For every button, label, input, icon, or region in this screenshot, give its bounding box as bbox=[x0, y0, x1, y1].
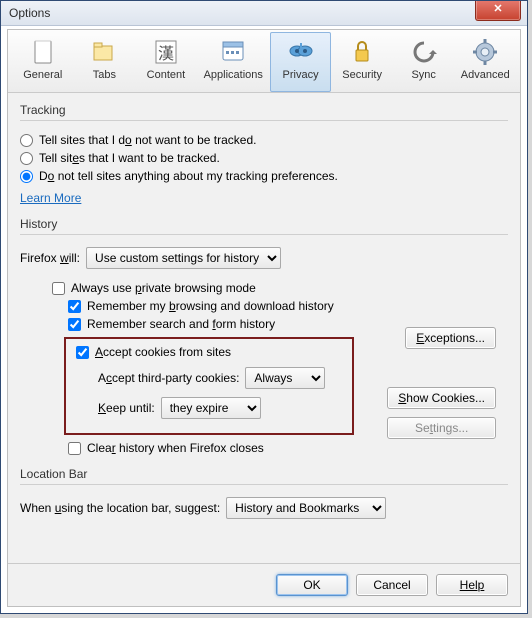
tab-label: Content bbox=[136, 69, 196, 81]
accept-cookies-check[interactable]: Accept cookies from sites bbox=[76, 345, 342, 359]
close-button[interactable]: ✕ bbox=[475, 0, 521, 21]
tab-label: Advanced bbox=[455, 69, 515, 81]
tab-sync[interactable]: Sync bbox=[393, 32, 455, 92]
cookie-highlight-box: Accept cookies from sites Accept third-p… bbox=[64, 337, 354, 435]
third-party-select[interactable]: Always bbox=[245, 367, 325, 389]
history-section: Firefox will: Use custom settings for hi… bbox=[20, 234, 508, 455]
location-bar-select[interactable]: History and Bookmarks bbox=[226, 497, 386, 519]
tab-label: Sync bbox=[394, 69, 454, 81]
keep-until-label: Keep until: bbox=[98, 401, 155, 415]
category-toolbar: General Tabs 漢 Content Applications Priv… bbox=[8, 30, 520, 93]
tracking-dnt-none[interactable]: Do not tell sites anything about my trac… bbox=[20, 169, 508, 183]
tracking-dnt-none-radio[interactable] bbox=[20, 170, 33, 183]
history-will-label: Firefox will: bbox=[20, 251, 80, 265]
tracking-dnt-off[interactable]: Tell sites that I want to be tracked. bbox=[20, 151, 508, 165]
tab-privacy[interactable]: Privacy bbox=[270, 32, 332, 92]
tracking-dnt-on-radio[interactable] bbox=[20, 134, 33, 147]
tab-label: Tabs bbox=[75, 69, 135, 81]
history-mode-row: Firefox will: Use custom settings for hi… bbox=[20, 247, 508, 269]
show-cookies-button[interactable]: Show Cookies... bbox=[387, 387, 496, 409]
tab-label: Security bbox=[332, 69, 392, 81]
tab-security[interactable]: Security bbox=[331, 32, 393, 92]
tab-content[interactable]: 漢 Content bbox=[135, 32, 197, 92]
help-button[interactable]: Help bbox=[436, 574, 508, 596]
dialog-footer: OK Cancel Help bbox=[8, 563, 520, 606]
titlebar: Options ✕ bbox=[1, 1, 527, 26]
history-mode-select[interactable]: Use custom settings for history bbox=[86, 247, 281, 269]
tracking-title: Tracking bbox=[20, 103, 508, 117]
tab-label: General bbox=[13, 69, 73, 81]
remember-form-checkbox[interactable] bbox=[68, 318, 81, 331]
window-title: Options bbox=[9, 6, 50, 20]
cancel-button[interactable]: Cancel bbox=[356, 574, 428, 596]
tab-advanced[interactable]: Advanced bbox=[454, 32, 516, 92]
tab-label: Applications bbox=[198, 69, 269, 81]
keep-until-select[interactable]: they expire bbox=[161, 397, 261, 419]
svg-text:漢: 漢 bbox=[158, 45, 174, 63]
ok-button[interactable]: OK bbox=[276, 574, 348, 596]
third-party-row: Accept third-party cookies: Always bbox=[98, 367, 342, 389]
private-browsing-check[interactable]: Always use private browsing mode bbox=[52, 281, 508, 295]
tab-applications[interactable]: Applications bbox=[197, 32, 270, 92]
location-bar-section: When using the location bar, suggest: Hi… bbox=[20, 484, 508, 519]
tracking-dnt-off-radio[interactable] bbox=[20, 152, 33, 165]
tab-tabs[interactable]: Tabs bbox=[74, 32, 136, 92]
location-bar-title: Location Bar bbox=[20, 467, 508, 481]
privacy-panel: Tracking Tell sites that I do not want t… bbox=[8, 93, 520, 533]
tracking-dnt-on[interactable]: Tell sites that I do not want to be trac… bbox=[20, 133, 508, 147]
tab-general[interactable]: General bbox=[12, 32, 74, 92]
tracking-learn-more-link[interactable]: Learn More bbox=[20, 191, 508, 205]
history-title: History bbox=[20, 217, 508, 231]
accept-cookies-checkbox[interactable] bbox=[76, 346, 89, 359]
keep-until-row: Keep until: they expire bbox=[98, 397, 342, 419]
options-window: Options ✕ General Tabs 漢 Content Applica… bbox=[0, 0, 528, 614]
settings-button[interactable]: Settings... bbox=[387, 417, 496, 439]
clear-on-close-checkbox[interactable] bbox=[68, 442, 81, 455]
clear-on-close-check[interactable]: Clear history when Firefox closes bbox=[68, 441, 508, 455]
remember-browsing-checkbox[interactable] bbox=[68, 300, 81, 313]
third-party-label: Accept third-party cookies: bbox=[98, 371, 239, 385]
exceptions-button[interactable]: Exceptions... bbox=[405, 327, 496, 349]
private-browsing-checkbox[interactable] bbox=[52, 282, 65, 295]
tracking-section: Tell sites that I do not want to be trac… bbox=[20, 120, 508, 205]
remember-browsing-check[interactable]: Remember my browsing and download histor… bbox=[68, 299, 508, 313]
tab-label: Privacy bbox=[271, 69, 331, 81]
location-bar-label: When using the location bar, suggest: bbox=[20, 501, 220, 515]
client-area: General Tabs 漢 Content Applications Priv… bbox=[7, 29, 521, 607]
location-bar-row: When using the location bar, suggest: Hi… bbox=[20, 497, 508, 519]
